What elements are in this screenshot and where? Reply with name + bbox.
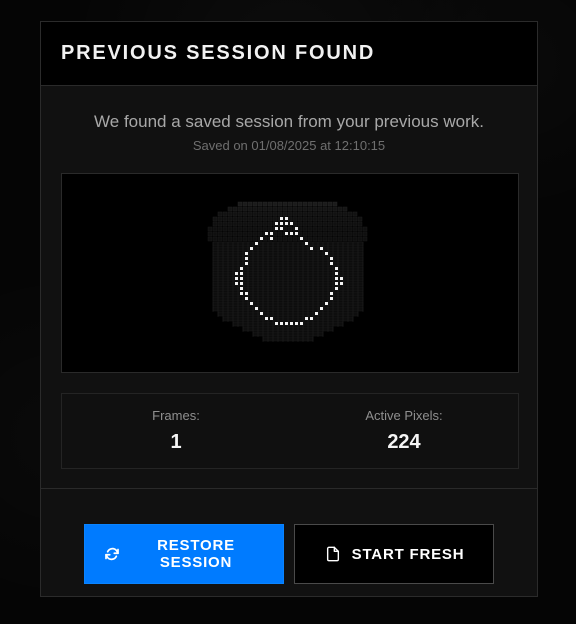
frames-value: 1 <box>170 431 182 453</box>
pixel-preview-canvas <box>207 201 368 342</box>
refresh-icon <box>103 545 121 563</box>
modal-body: We found a saved session from your previ… <box>41 86 537 489</box>
active-pixels-value: 224 <box>387 431 421 453</box>
active-pixels-stat: Active Pixels: 224 <box>290 394 518 468</box>
restore-session-modal: PREVIOUS SESSION FOUND We found a saved … <box>40 21 538 597</box>
restore-session-label: RESTORE SESSION <box>157 537 235 571</box>
frames-stat: Frames: 1 <box>62 394 290 468</box>
session-stats: Frames: 1 Active Pixels: 224 <box>61 393 519 469</box>
session-message: We found a saved session from your previ… <box>94 112 484 131</box>
file-icon <box>324 545 342 563</box>
session-preview <box>61 173 519 373</box>
restore-session-button[interactable]: RESTORE SESSION <box>84 524 284 584</box>
active-pixels-label: Active Pixels: <box>365 408 443 423</box>
modal-title: PREVIOUS SESSION FOUND <box>61 42 376 64</box>
modal-header: PREVIOUS SESSION FOUND <box>41 22 537 86</box>
start-fresh-button[interactable]: START FRESH <box>294 524 494 584</box>
modal-actions: RESTORE SESSION START FRESH <box>41 510 537 598</box>
start-fresh-label: START FRESH <box>351 545 465 563</box>
saved-timestamp: Saved on 01/08/2025 at 12:10:15 <box>192 138 386 153</box>
frames-label: Frames: <box>152 408 200 423</box>
